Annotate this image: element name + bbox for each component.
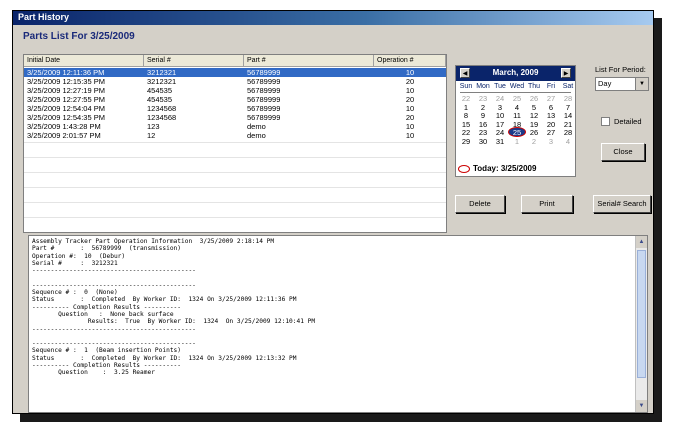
- calendar-day[interactable]: 4: [560, 137, 576, 146]
- parts-grid[interactable]: Initial Date Serial # Part # Operation #3/2…: [23, 54, 447, 233]
- grid-line: [24, 172, 446, 173]
- table-cell: demo: [247, 131, 266, 140]
- table-row[interactable]: 3/25/2009 12:27:55 PM 454535 56789999 20: [24, 95, 446, 104]
- table-cell: 56789999: [247, 77, 281, 86]
- column-header[interactable]: Part #: [244, 55, 374, 67]
- calendar-day[interactable]: 1: [509, 137, 525, 146]
- table-cell: 56789999: [247, 68, 281, 77]
- table-cell: 3/25/2009 12:27:19 PM: [27, 86, 105, 95]
- day-of-week-label: Sat: [562, 83, 574, 90]
- table-cell: 20: [405, 77, 415, 86]
- column-header[interactable]: Operation #: [374, 55, 446, 67]
- chevron-down-icon[interactable]: ▼: [635, 78, 648, 90]
- table-row[interactable]: 3/25/2009 12:27:19 PM 454535 56789999 10: [24, 86, 446, 95]
- table-cell: 454535: [147, 95, 173, 104]
- table-cell: 10: [405, 122, 415, 131]
- table-cell: 3/25/2009 12:15:35 PM: [27, 77, 105, 86]
- table-cell: 10: [405, 131, 415, 140]
- table-cell: 10: [405, 86, 415, 95]
- next-month-button[interactable]: ▶: [561, 68, 571, 78]
- table-cell: 3/25/2009 1:43:28 PM: [27, 122, 101, 131]
- table-cell: 10: [405, 68, 415, 77]
- close-button[interactable]: Close: [601, 143, 645, 161]
- scroll-up-icon[interactable]: ▲: [636, 236, 647, 248]
- table-cell: 3/25/2009 2:01:57 PM: [27, 131, 101, 140]
- grid-line: [24, 202, 446, 203]
- table-cell: 56789999: [247, 86, 281, 95]
- table-row[interactable]: 3/25/2009 12:54:04 PM 1234568 56789999 10: [24, 104, 446, 113]
- calendar-day[interactable]: 30: [475, 137, 491, 146]
- table-cell: 20: [405, 95, 415, 104]
- scroll-down-icon[interactable]: ▼: [636, 400, 647, 412]
- table-cell: 123: [147, 122, 160, 131]
- table-cell: 1234568: [147, 104, 177, 113]
- window-title: Part History: [18, 12, 70, 22]
- grid-line: [24, 142, 446, 143]
- table-cell: 10: [405, 104, 415, 113]
- month-calendar[interactable]: ◀ March, 2009 ▶ Today: 3/25/2009 Sun Mon T…: [455, 65, 576, 177]
- day-of-week-label: Wed: [509, 83, 525, 90]
- calendar-day[interactable]: 3: [543, 137, 559, 146]
- grid-line: [24, 217, 446, 218]
- vertical-scrollbar[interactable]: ▲ ▼: [635, 236, 647, 412]
- scroll-thumb[interactable]: [637, 250, 646, 378]
- table-cell: 3212321: [147, 68, 177, 77]
- period-select[interactable]: Day ▼: [595, 77, 649, 91]
- table-row[interactable]: 3/25/2009 12:11:36 PM 3212321 56789999 10: [24, 68, 446, 77]
- table-cell: 3/25/2009 12:27:55 PM: [27, 95, 105, 104]
- column-header[interactable]: Initial Date: [24, 55, 144, 67]
- table-cell: 20: [405, 113, 415, 122]
- operation-info-textbox[interactable]: Assembly Tracker Part Operation Informat…: [28, 235, 648, 413]
- grid-line: [24, 157, 446, 158]
- grid-line: [24, 187, 446, 188]
- day-of-week-label: Tue: [494, 83, 506, 90]
- operation-info-text: Assembly Tracker Part Operation Informat…: [32, 238, 316, 377]
- table-cell: 3/25/2009 12:54:04 PM: [27, 104, 105, 113]
- parts-list-heading: Parts List For 3/25/2009: [23, 31, 135, 42]
- day-of-week-label: Thu: [527, 83, 541, 90]
- table-cell: 3/25/2009 12:54:35 PM: [27, 113, 105, 122]
- print-button[interactable]: Print: [521, 195, 573, 213]
- table-row[interactable]: 3/25/2009 2:01:57 PM 12 demo 10: [24, 131, 446, 140]
- title-bar[interactable]: Part History: [13, 11, 653, 25]
- today-circle-icon: [458, 164, 470, 173]
- column-header[interactable]: Serial #: [144, 55, 244, 67]
- calendar-month-title: March, 2009: [492, 68, 539, 77]
- delete-button[interactable]: Delete: [455, 195, 505, 213]
- table-cell: 3212321: [147, 77, 177, 86]
- table-cell: 454535: [147, 86, 173, 95]
- calendar-day[interactable]: 29: [458, 137, 474, 146]
- table-row[interactable]: 3/25/2009 1:43:28 PM 123 demo 10: [24, 122, 446, 131]
- table-cell: 56789999: [247, 113, 281, 122]
- detailed-label: Detailed: [614, 117, 642, 126]
- table-cell: demo: [247, 122, 266, 131]
- table-cell: 3/25/2009 12:11:36 PM: [27, 68, 105, 77]
- period-label: List For Period:: [595, 65, 646, 74]
- calendar-header: ◀ March, 2009 ▶: [456, 66, 575, 81]
- calendar-day[interactable]: 31: [492, 137, 508, 146]
- today-label: Today: 3/25/2009: [473, 164, 537, 173]
- calendar-today-link[interactable]: Today: 3/25/2009: [458, 164, 536, 173]
- calendar-divider: [460, 92, 571, 93]
- table-row[interactable]: 3/25/2009 12:54:35 PM 1234568 56789999 20: [24, 113, 446, 122]
- right-triangle-icon: ▶: [563, 71, 569, 77]
- table-cell: 12: [147, 131, 156, 140]
- calendar-day[interactable]: 2: [526, 137, 542, 146]
- detailed-checkbox[interactable]: [601, 117, 610, 126]
- day-of-week-label: Sun: [459, 83, 473, 90]
- table-cell: 56789999: [247, 95, 281, 104]
- period-value: Day: [598, 79, 612, 88]
- serial-search-button[interactable]: Serial# Search: [593, 195, 651, 213]
- day-of-week-label: Mon: [476, 83, 490, 90]
- table-cell: 56789999: [247, 104, 281, 113]
- table-cell: 1234568: [147, 113, 177, 122]
- table-row[interactable]: 3/25/2009 12:15:35 PM 3212321 56789999 20: [24, 77, 446, 86]
- day-of-week-label: Fri: [546, 83, 556, 90]
